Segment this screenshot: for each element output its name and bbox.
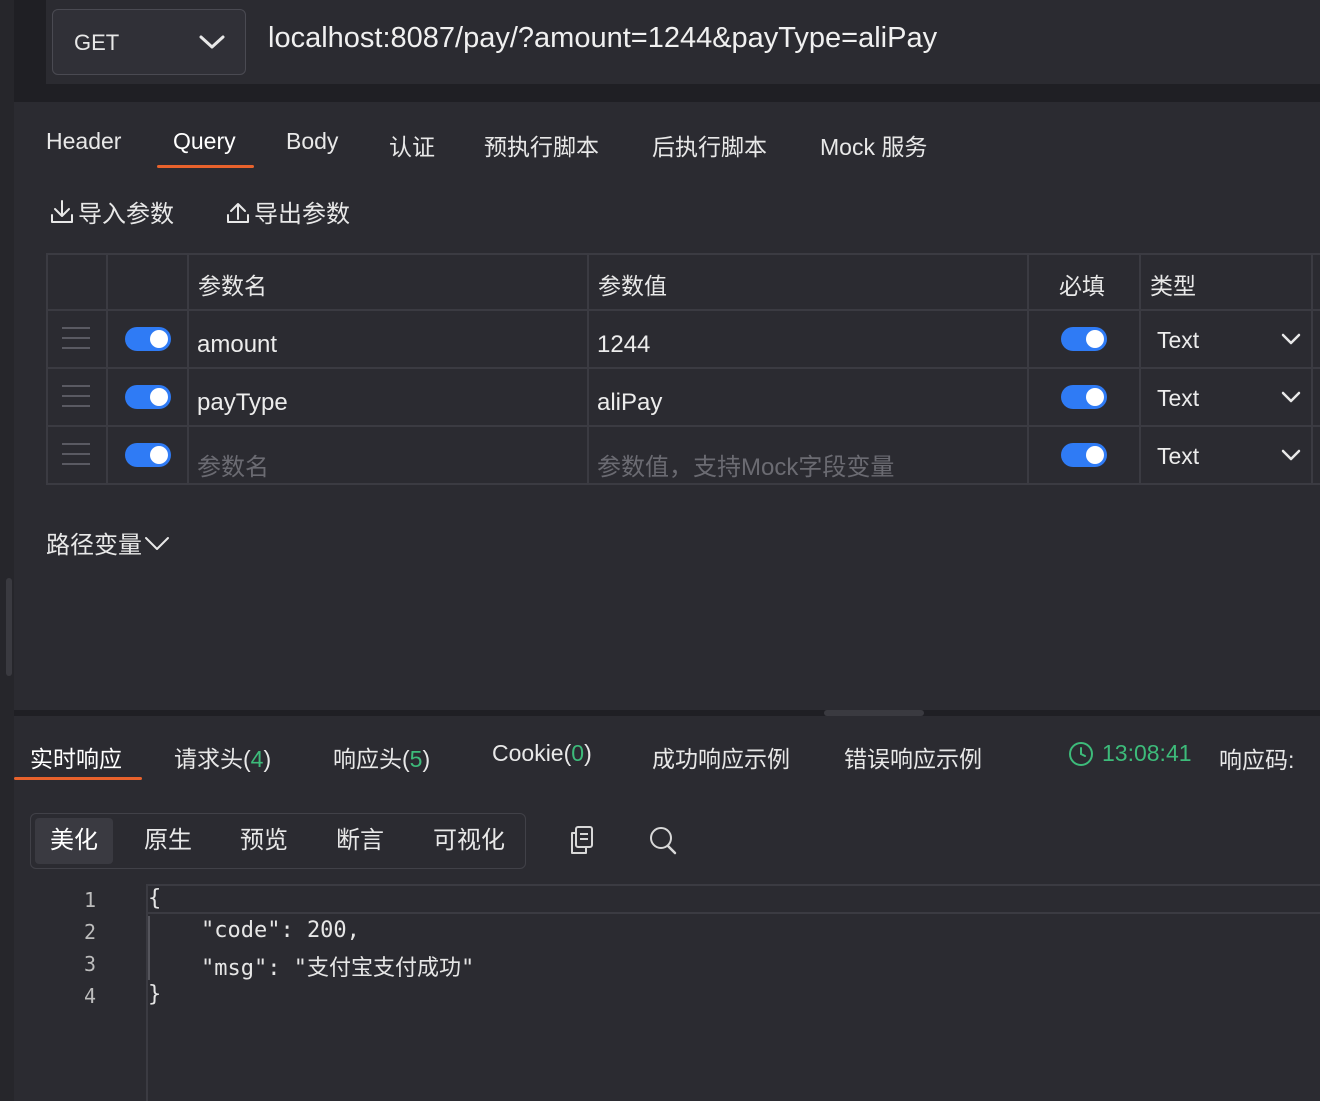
code-line: "code": 200, <box>148 918 360 943</box>
left-panel-resize-handle[interactable] <box>6 578 12 676</box>
status-code-label: 响应码: <box>1219 747 1295 773</box>
chevron-down-icon <box>1281 449 1301 461</box>
method-label: GET <box>74 30 120 55</box>
count-badge: 5 <box>409 746 423 772</box>
tab-error-example[interactable]: 错误响应示例 <box>844 740 982 774</box>
drag-handle-icon[interactable] <box>62 443 90 465</box>
drag-handle-icon[interactable] <box>62 385 90 407</box>
view-mode-preview[interactable]: 预览 <box>225 818 303 864</box>
divider <box>14 84 1320 102</box>
code-line: } <box>148 982 162 1007</box>
url-bar: GET localhost:8087/pay/?amount=1244&payT… <box>46 0 1320 84</box>
tab-label: 请求头( <box>174 746 251 772</box>
view-mode-visualize[interactable]: 可视化 <box>423 818 515 864</box>
url-input[interactable]: localhost:8087/pay/?amount=1244&payType=… <box>268 22 937 55</box>
tab-suffix: ) <box>584 740 592 766</box>
table-row: payType aliPay Text <box>46 369 1320 427</box>
request-tabs: Header Query Body 认证 预执行脚本 后执行脚本 Mock 服务 <box>14 102 1320 172</box>
tab-success-example[interactable]: 成功响应示例 <box>652 740 790 774</box>
code-line: "msg": "支付宝支付成功" <box>148 956 475 981</box>
tab-query[interactable]: Query <box>173 128 236 155</box>
required-toggle[interactable] <box>1061 385 1107 409</box>
tab-post-script[interactable]: 后执行脚本 <box>652 128 767 162</box>
path-variables-toggle[interactable]: 路径变量 <box>46 525 170 560</box>
param-value-input[interactable]: aliPay <box>597 389 662 417</box>
param-value-input[interactable]: 参数值，支持Mock字段变量 <box>597 447 894 482</box>
response-time-value: 13:08:41 <box>1102 740 1192 766</box>
enable-toggle[interactable] <box>125 443 171 467</box>
current-line-highlight <box>148 884 1320 914</box>
type-select[interactable]: Text <box>1157 443 1199 470</box>
export-params-label: 导出参数 <box>254 201 350 228</box>
params-table: 参数名 参数值 必填 类型 amount 1244 Text payType a… <box>46 253 1320 485</box>
request-panel: Header Query Body 认证 预执行脚本 后执行脚本 Mock 服务… <box>14 102 1320 710</box>
clock-icon <box>1069 741 1093 766</box>
chevron-down-icon <box>1281 391 1301 403</box>
code-line: { <box>148 886 162 911</box>
drag-handle-icon[interactable] <box>62 327 90 349</box>
param-value-input[interactable]: 1244 <box>597 331 650 359</box>
view-mode-assert[interactable]: 断言 <box>321 818 399 864</box>
line-number: 3 <box>83 952 96 976</box>
column-header-value: 参数值 <box>598 273 667 299</box>
export-params-button[interactable]: 导出参数 <box>224 194 350 229</box>
view-mode-pretty[interactable]: 美化 <box>35 818 113 864</box>
required-toggle[interactable] <box>1061 443 1107 467</box>
count-badge: 0 <box>571 740 585 766</box>
column-header-required: 必填 <box>1059 273 1105 299</box>
tab-response-headers[interactable]: 响应头(5) <box>333 740 430 774</box>
enable-toggle[interactable] <box>125 327 171 351</box>
table-row-new: 参数名 参数值，支持Mock字段变量 Text <box>46 427 1320 485</box>
param-name-input[interactable]: 参数名 <box>197 447 269 482</box>
tab-body[interactable]: Body <box>286 128 338 155</box>
param-name-input[interactable]: payType <box>197 389 288 417</box>
tab-header[interactable]: Header <box>46 128 121 155</box>
tab-live-response[interactable]: 实时响应 <box>30 740 122 774</box>
upload-icon <box>227 202 249 223</box>
chevron-down-icon <box>199 35 225 49</box>
count-badge: 4 <box>250 746 264 772</box>
copy-icon[interactable] <box>568 824 596 856</box>
left-strip <box>0 0 14 1101</box>
type-select[interactable]: Text <box>1157 385 1199 412</box>
param-name-input[interactable]: amount <box>197 331 277 359</box>
line-number: 4 <box>83 984 96 1008</box>
response-panel: 实时响应 请求头(4) 响应头(5) Cookie(0) 成功响应示例 错误响应… <box>14 716 1320 1101</box>
tab-cookie[interactable]: Cookie(0) <box>492 740 592 767</box>
table-header-row: 参数名 参数值 必填 类型 <box>46 253 1320 310</box>
table-row: amount 1244 Text <box>46 311 1320 369</box>
required-toggle[interactable] <box>1061 327 1107 351</box>
view-mode-switch: 美化 原生 预览 断言 可视化 <box>30 813 526 869</box>
enable-toggle[interactable] <box>125 385 171 409</box>
line-number: 1 <box>83 888 96 912</box>
active-tab-indicator <box>14 777 142 780</box>
download-icon <box>51 199 73 223</box>
line-number: 2 <box>83 920 96 944</box>
chevron-down-icon <box>1281 333 1301 345</box>
method-select[interactable]: GET <box>52 9 246 75</box>
view-mode-raw[interactable]: 原生 <box>129 818 207 864</box>
tab-suffix: ) <box>263 746 272 772</box>
tab-auth[interactable]: 认证 <box>389 128 435 162</box>
chevron-down-icon <box>145 536 169 550</box>
tab-label: Cookie( <box>492 740 572 766</box>
path-variables-label: 路径变量 <box>46 532 142 559</box>
active-tab-indicator <box>157 165 254 168</box>
column-header-type: 类型 <box>1150 273 1196 299</box>
tab-label: 响应头( <box>333 746 410 772</box>
tab-request-headers[interactable]: 请求头(4) <box>174 740 271 774</box>
import-params-label: 导入参数 <box>78 201 174 228</box>
tab-pre-script[interactable]: 预执行脚本 <box>484 128 599 162</box>
import-params-button[interactable]: 导入参数 <box>48 194 174 229</box>
tab-suffix: ) <box>422 746 431 772</box>
response-time: 13:08:41 <box>1068 740 1192 767</box>
tab-mock-service[interactable]: Mock 服务 <box>820 128 927 162</box>
type-select[interactable]: Text <box>1157 327 1199 354</box>
search-icon[interactable] <box>648 824 678 856</box>
response-body-editor[interactable]: 1 { 2 "code": 200, 3 "msg": "支付宝支付成功" 4 … <box>14 884 1320 1101</box>
column-header-name: 参数名 <box>198 273 267 299</box>
